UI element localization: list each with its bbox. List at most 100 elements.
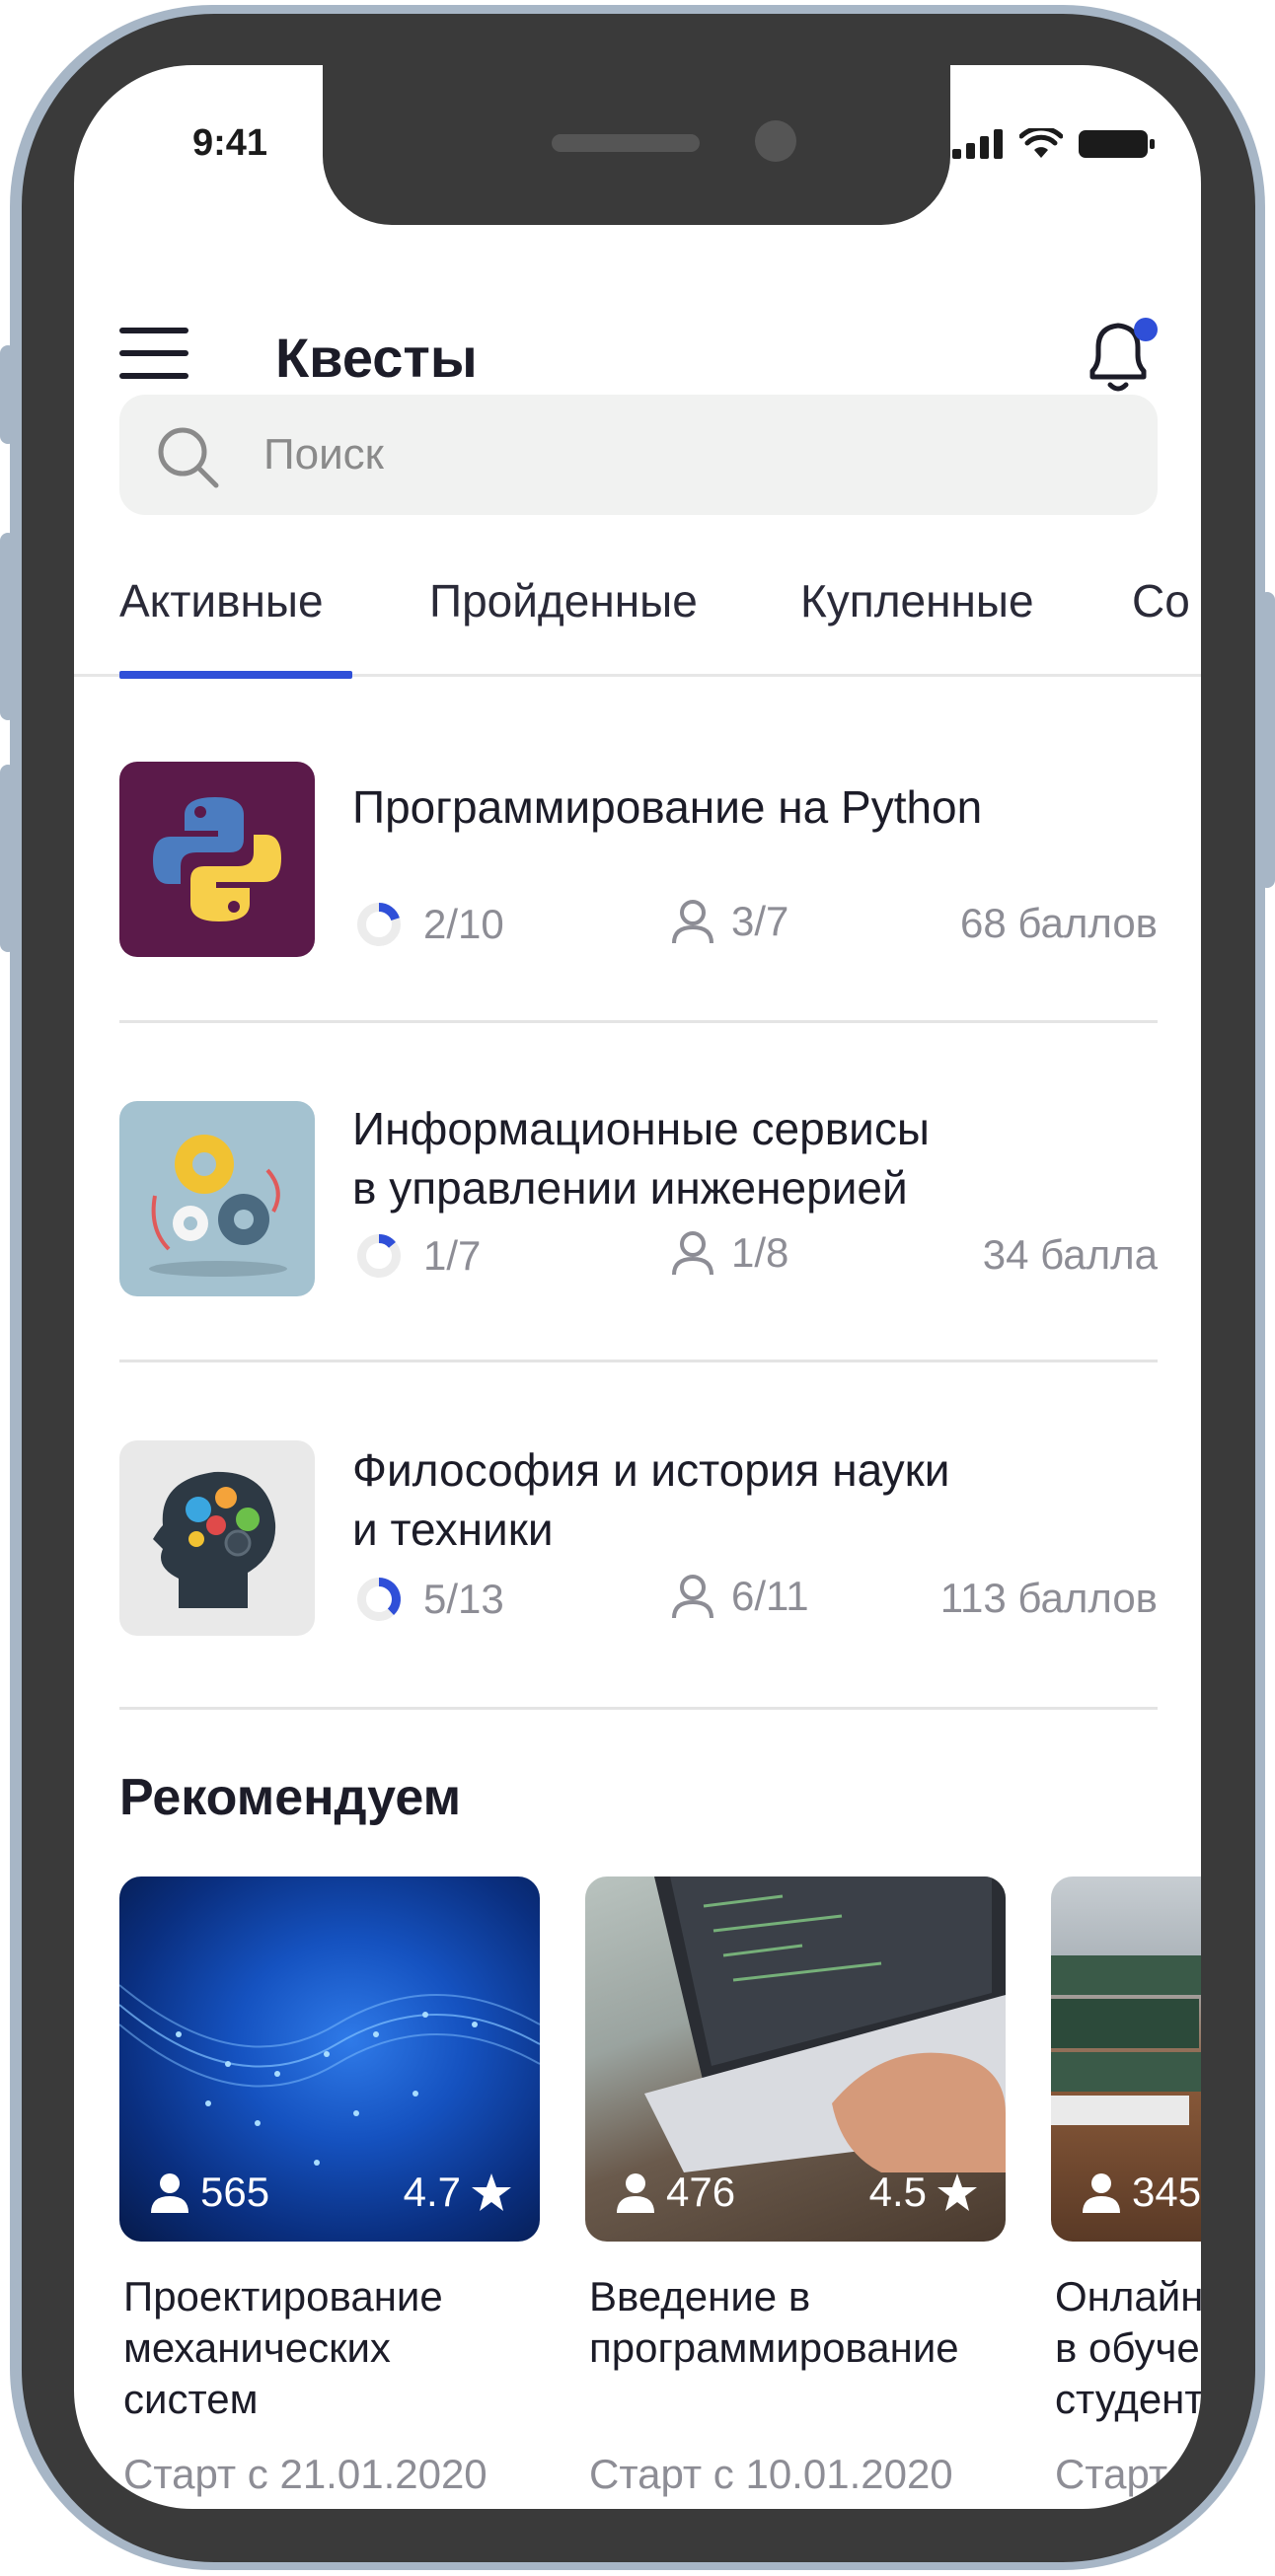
user-icon (672, 900, 713, 944)
app-screen: 9:41 Квесты Поиск Активные Пройденные Ку… (74, 65, 1201, 2509)
page-title: Квесты (275, 327, 478, 389)
user-icon (151, 2173, 188, 2213)
search-placeholder: Поиск (263, 430, 384, 478)
speaker (552, 134, 700, 152)
quest-item[interactable]: Программирование на Python 2/10 3/7 68 б… (119, 762, 1158, 959)
participants-text: 6/11 (731, 1573, 809, 1619)
progress-indicator: 1/7 (352, 1229, 481, 1283)
card-participants-count: 476 (666, 2169, 736, 2215)
tab-active[interactable]: Активные (119, 574, 324, 627)
quest-meta: 1/7 1/8 34 балла (352, 1229, 1158, 1288)
phone-button-left (0, 533, 16, 720)
star-icon (938, 2173, 977, 2211)
card-participants-count: 345 (1132, 2169, 1201, 2215)
signal-icon (952, 129, 1003, 159)
quest-meta: 5/13 6/11 113 баллов (352, 1573, 1158, 1632)
divider (119, 1360, 1158, 1362)
card-title-line: систем (123, 2376, 259, 2422)
notification-bell-button[interactable] (1081, 316, 1160, 399)
quest-title-line: в управлении инженерией (352, 1162, 908, 1214)
card-title-line: Онлайн (1055, 2273, 1201, 2319)
notification-dot (1134, 318, 1158, 341)
card-title: Проектирование механических систем (123, 2271, 558, 2425)
phone-button-left (0, 765, 16, 952)
card-title-line: Введение в (589, 2273, 811, 2319)
card-start-date: Старт с (1055, 2451, 1200, 2497)
divider (119, 1020, 1158, 1023)
progress-arc (379, 1578, 401, 1616)
quest-title-line: и техники (352, 1504, 554, 1555)
user-icon (617, 2173, 654, 2213)
participants: 3/7 (670, 898, 788, 945)
tab-bar: Активные Пройденные Купленные Со (74, 558, 1201, 679)
section-title: Рекомендуем (119, 1769, 462, 1826)
card-rating-value: 4.7 (403, 2169, 461, 2215)
participants-text: 1/8 (731, 1229, 789, 1276)
card-participants-count: 565 (200, 2169, 270, 2215)
battery-icon (1079, 130, 1155, 158)
progress-ring-icon (357, 1578, 401, 1621)
user-icon (672, 1575, 713, 1619)
header: Квесты (74, 253, 1201, 392)
card-start-date: Старт с 10.01.2020 (589, 2451, 953, 2497)
quest-title-line: Философия и история науки (352, 1444, 950, 1496)
progress-ring-icon (357, 903, 401, 946)
points-text: 34 балла (982, 1231, 1158, 1278)
card-title: Онлайн в обуче студент (1055, 2271, 1201, 2425)
card-title-line: программирование (589, 2324, 959, 2371)
card-rating: 4.5 (869, 2169, 978, 2216)
card-title-line: студент (1055, 2376, 1201, 2422)
card-title-line: Проектирование (123, 2273, 443, 2319)
quest-title-line: Информационные сервисы (352, 1103, 930, 1154)
phone-button-left (0, 345, 16, 444)
quest-item[interactable]: Информационные сервисы в управлении инже… (119, 1099, 1158, 1316)
quest-meta: 2/10 3/7 68 баллов (352, 898, 1158, 957)
card-start-date: Старт с 21.01.2020 (123, 2451, 488, 2497)
points-text: 113 баллов (939, 1575, 1158, 1621)
card-image: 476 4.5 (585, 1877, 1006, 2242)
tab-purchased[interactable]: Купленные (800, 574, 1034, 627)
card-participants: 565 (149, 2169, 269, 2216)
phone-button-right (1259, 592, 1275, 888)
card-image: 345 (1051, 1877, 1201, 2242)
search-icon (158, 427, 219, 488)
notch (323, 65, 950, 225)
status-time: 9:41 (192, 122, 268, 164)
progress-indicator: 2/10 (352, 898, 504, 951)
participants-text: 3/7 (731, 898, 789, 944)
search-input[interactable]: Поиск (119, 395, 1158, 515)
tab-completed[interactable]: Пройденные (429, 574, 698, 627)
card-participants: 345 (1081, 2169, 1201, 2216)
progress-text: 1/7 (423, 1232, 482, 1279)
wifi-icon (1019, 128, 1063, 158)
participants: 1/8 (670, 1229, 788, 1277)
progress-text: 2/10 (423, 901, 504, 947)
quest-title: Программирование на Python (352, 781, 983, 833)
bell-icon (1089, 318, 1158, 392)
progress-ring-icon (357, 1234, 401, 1278)
menu-icon[interactable] (119, 328, 188, 379)
quest-title: Философия и история науки и техники (352, 1440, 1142, 1559)
status-icons (952, 128, 1156, 160)
quest-item[interactable]: Философия и история науки и техники 5/13… (119, 1440, 1158, 1657)
card-rating-value: 4.5 (868, 2169, 927, 2215)
tab-created[interactable]: Со (1132, 574, 1190, 627)
user-icon (1083, 2173, 1120, 2213)
progress-text: 5/13 (423, 1576, 504, 1622)
user-icon (672, 1231, 713, 1276)
card-rating: 4.7 (404, 2169, 512, 2216)
progress-arc (379, 903, 400, 920)
star-icon (472, 2173, 511, 2211)
card-title-line: в обуче (1055, 2324, 1200, 2371)
progress-indicator: 5/13 (352, 1573, 504, 1626)
card-title-line: механических (123, 2324, 391, 2371)
quest-title: Информационные сервисы в управлении инже… (352, 1099, 1142, 1217)
camera (755, 120, 796, 162)
head-gears-icon (119, 1440, 315, 1636)
divider (119, 1707, 1158, 1710)
card-participants: 476 (615, 2169, 735, 2216)
participants: 6/11 (670, 1573, 809, 1620)
points-text: 68 баллов (960, 900, 1158, 946)
tab-active-indicator (119, 671, 352, 679)
card-image: 565 4.7 (119, 1877, 540, 2242)
